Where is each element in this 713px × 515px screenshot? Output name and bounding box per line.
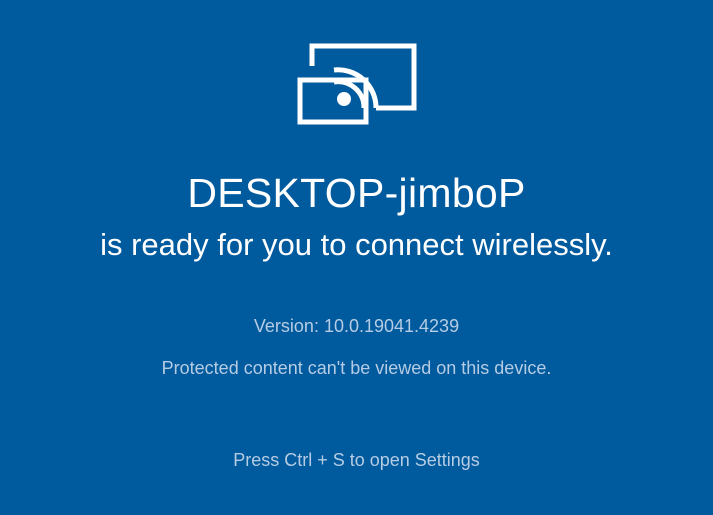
version-text: Version: 10.0.19041.4239 [253,316,460,336]
connect-screen: DESKTOP-jimboP is ready for you to conne… [0,0,713,515]
protected-content-notice: Protected content can't be viewed on thi… [161,358,552,378]
settings-hint: Press Ctrl + S to open Settings [233,450,480,470]
wireless-display-icon [294,40,420,128]
device-name: DESKTOP-jimboP [187,170,526,216]
ready-message: is ready for you to connect wirelessly. [100,227,613,262]
